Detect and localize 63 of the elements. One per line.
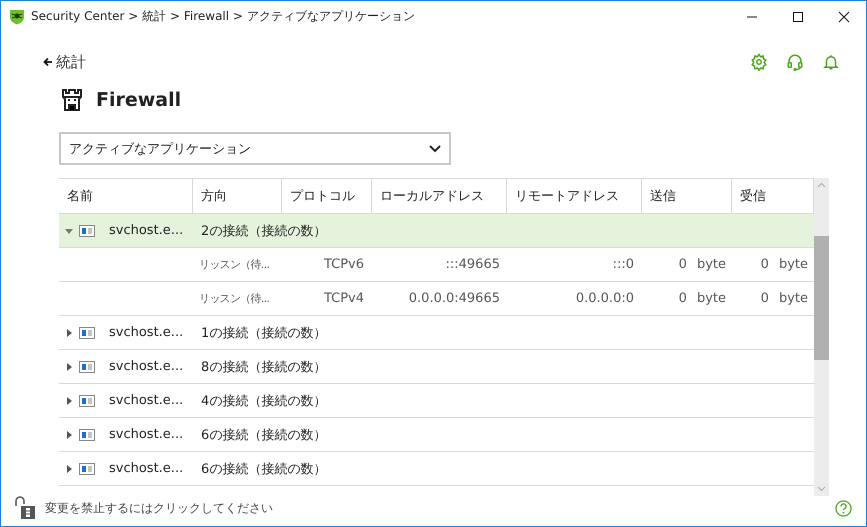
page-heading: Firewall xyxy=(96,89,182,111)
application-icon xyxy=(79,360,95,372)
notifications-button[interactable] xyxy=(822,53,840,71)
sent-value: 0 xyxy=(678,291,687,306)
connection-count: 8の接続（接続の数） xyxy=(200,358,328,376)
castle-tower-icon xyxy=(60,88,84,112)
remote-address-cell-text: 0.0.0.0:0 xyxy=(574,291,635,306)
expand-toggle[interactable] xyxy=(65,430,73,438)
connection-count: 6の接続（接続の数） xyxy=(200,426,328,444)
app-name: svchost.e... xyxy=(109,427,184,442)
application-icon xyxy=(79,428,95,440)
close-icon xyxy=(838,10,850,22)
lock-hint[interactable]: 変更を禁止するにはクリックしてください xyxy=(45,500,835,516)
expand-toggle[interactable] xyxy=(65,362,73,370)
received-value: 0 xyxy=(760,291,769,306)
expand-toggle[interactable] xyxy=(65,396,73,404)
sent-unit: byte xyxy=(696,257,726,272)
back-arrow-icon xyxy=(43,57,53,67)
received-unit: byte xyxy=(778,291,808,306)
unlock-button[interactable] xyxy=(13,496,37,520)
expand-toggle[interactable] xyxy=(65,226,73,234)
view-dropdown[interactable]: アクティブなアプリケーション xyxy=(59,132,451,165)
support-headset-button[interactable] xyxy=(786,53,804,71)
help-button[interactable] xyxy=(835,500,852,516)
app-name: svchost.e... xyxy=(109,393,184,408)
column-header[interactable]: ローカルアドレス xyxy=(372,179,507,213)
local-address-cell-text: 0.0.0.0:49665 xyxy=(408,291,501,306)
application-icon xyxy=(79,224,95,236)
connection-count: 6の接続（接続の数） xyxy=(200,460,328,478)
application-icon xyxy=(79,394,95,406)
application-icon xyxy=(79,326,95,338)
column-header[interactable]: 方向 xyxy=(193,179,282,213)
sent-value: 0 xyxy=(678,257,687,272)
expand-toggle[interactable] xyxy=(65,328,73,336)
connection-count: 2の接続（接続の数） xyxy=(200,222,328,240)
direction-cell: リッスン（待... xyxy=(199,257,270,272)
app-name: svchost.e... xyxy=(109,223,184,238)
received-value: 0 xyxy=(760,257,769,272)
direction-cell: リッスン（待... xyxy=(199,291,270,306)
window-title: Security Center > 統計 > Firewall > アクティブなアプリケーション xyxy=(31,8,416,25)
maximize-icon xyxy=(792,10,804,22)
connection-count: 4の接続（接続の数） xyxy=(200,392,328,410)
received-unit: byte xyxy=(778,257,808,272)
column-header[interactable]: 送信 xyxy=(642,179,732,213)
connection-count: 1の接続（接続の数） xyxy=(200,324,328,342)
shield-logo-icon xyxy=(9,8,25,24)
column-header[interactable]: 名前 xyxy=(59,179,193,213)
back-link[interactable]: 統計 xyxy=(43,52,86,72)
column-header[interactable]: プロトコル xyxy=(282,179,372,213)
application-icon xyxy=(79,462,95,474)
protocol-cell-text: TCPv6 xyxy=(322,257,365,272)
settings-button[interactable] xyxy=(750,53,768,71)
sent-unit: byte xyxy=(696,291,726,306)
app-name: svchost.e... xyxy=(109,325,184,340)
application-row[interactable]: svchost.e... 2の接続（接続の数） xyxy=(59,214,814,248)
local-address-cell-text: :::49665 xyxy=(444,257,501,272)
column-header[interactable]: リモートアドレス xyxy=(507,179,642,213)
chevron-down-icon xyxy=(429,144,441,152)
remote-address-cell-text: :::0 xyxy=(612,257,635,272)
protocol-cell-text: TCPv4 xyxy=(322,291,365,306)
app-name: svchost.e... xyxy=(109,461,184,476)
app-name: svchost.e... xyxy=(109,359,184,374)
expand-toggle[interactable] xyxy=(65,464,73,472)
